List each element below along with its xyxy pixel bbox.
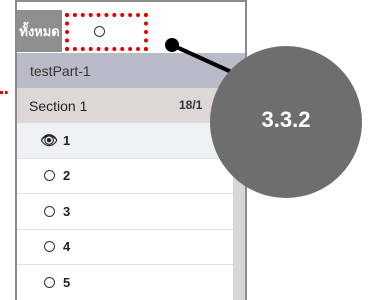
callout-pointer-line [171,43,239,77]
callout-label: 3.3.2 [261,107,311,132]
callout-graphic [165,38,362,198]
callout-pointer-dot [165,38,179,52]
